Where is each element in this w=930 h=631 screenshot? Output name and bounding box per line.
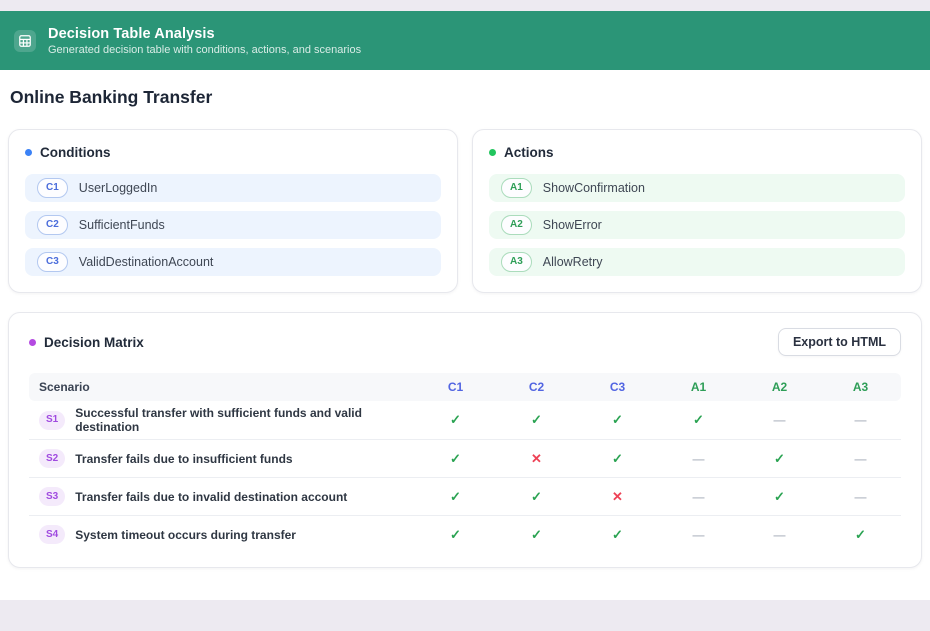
scenario-id-badge: S4 bbox=[39, 525, 65, 544]
action-id-badge: A2 bbox=[501, 215, 532, 235]
matrix-cell: ✓ bbox=[739, 451, 820, 467]
matrix-cell: ✓ bbox=[658, 412, 739, 428]
column-header-a3: A3 bbox=[820, 380, 901, 394]
matrix-cell: ✓ bbox=[577, 451, 658, 467]
scenario-id-badge: S3 bbox=[39, 487, 65, 506]
matrix-cell: ✓ bbox=[415, 412, 496, 428]
app-subtitle: Generated decision table with conditions… bbox=[48, 44, 361, 56]
matrix-cell: ✕ bbox=[496, 451, 577, 467]
action-item: A1 ShowConfirmation bbox=[489, 174, 905, 202]
action-id-badge: A3 bbox=[501, 252, 532, 272]
conditions-title: Conditions bbox=[40, 145, 111, 160]
column-header-c1: C1 bbox=[415, 380, 496, 394]
matrix-cell: — bbox=[820, 413, 901, 427]
condition-label: UserLoggedIn bbox=[79, 181, 158, 195]
actions-title: Actions bbox=[504, 145, 554, 160]
actions-bullet-icon bbox=[489, 149, 496, 156]
conditions-card: Conditions C1 UserLoggedIn C2 Sufficient… bbox=[8, 129, 458, 293]
action-label: ShowError bbox=[543, 218, 602, 232]
action-label: AllowRetry bbox=[543, 255, 603, 269]
condition-item: C2 SufficientFunds bbox=[25, 211, 441, 239]
column-header-a2: A2 bbox=[739, 380, 820, 394]
page-title: Online Banking Transfer bbox=[10, 87, 922, 108]
scenario-label: Transfer fails due to insufficient funds bbox=[75, 452, 292, 466]
table-row: S1 Successful transfer with sufficient f… bbox=[29, 401, 901, 439]
cards-row: Conditions C1 UserLoggedIn C2 Sufficient… bbox=[8, 129, 922, 293]
app-title: Decision Table Analysis bbox=[48, 26, 361, 42]
scenario-label: Successful transfer with sufficient fund… bbox=[75, 406, 415, 434]
export-to-html-button[interactable]: Export to HTML bbox=[778, 328, 901, 356]
action-item: A2 ShowError bbox=[489, 211, 905, 239]
scenario-id-badge: S1 bbox=[39, 411, 65, 430]
decision-matrix-table: Scenario C1 C2 C3 A1 A2 A3 S1 Successful… bbox=[29, 373, 901, 553]
conditions-list: C1 UserLoggedIn C2 SufficientFunds C3 Va… bbox=[25, 174, 441, 276]
condition-item: C1 UserLoggedIn bbox=[25, 174, 441, 202]
action-id-badge: A1 bbox=[501, 178, 532, 198]
table-header-row: Scenario C1 C2 C3 A1 A2 A3 bbox=[29, 373, 901, 401]
matrix-bullet-icon bbox=[29, 339, 36, 346]
content: Online Banking Transfer Conditions C1 Us… bbox=[0, 87, 930, 568]
scenario-label: Transfer fails due to invalid destinatio… bbox=[75, 490, 347, 504]
column-header-a1: A1 bbox=[658, 380, 739, 394]
column-header-c3: C3 bbox=[577, 380, 658, 394]
condition-label: SufficientFunds bbox=[79, 218, 165, 232]
matrix-cell: — bbox=[658, 490, 739, 504]
table-row: S4 System timeout occurs during transfer… bbox=[29, 515, 901, 553]
matrix-cell: — bbox=[739, 528, 820, 542]
matrix-cell: ✕ bbox=[577, 489, 658, 505]
column-header-c2: C2 bbox=[496, 380, 577, 394]
matrix-cell: — bbox=[820, 490, 901, 504]
matrix-cell: ✓ bbox=[739, 489, 820, 505]
matrix-title: Decision Matrix bbox=[44, 335, 144, 350]
matrix-cell: ✓ bbox=[415, 527, 496, 543]
app-header: Decision Table Analysis Generated decisi… bbox=[0, 11, 930, 70]
condition-id-badge: C2 bbox=[37, 215, 68, 235]
table-row: S2 Transfer fails due to insufficient fu… bbox=[29, 439, 901, 477]
matrix-cell: ✓ bbox=[415, 451, 496, 467]
condition-id-badge: C3 bbox=[37, 252, 68, 272]
matrix-cell: ✓ bbox=[577, 412, 658, 428]
scenario-label: System timeout occurs during transfer bbox=[75, 528, 296, 542]
condition-id-badge: C1 bbox=[37, 178, 68, 198]
decision-matrix-card: Decision Matrix Export to HTML Scenario … bbox=[8, 312, 922, 568]
matrix-cell: ✓ bbox=[415, 489, 496, 505]
actions-list: A1 ShowConfirmation A2 ShowError A3 Allo… bbox=[489, 174, 905, 276]
matrix-cell: — bbox=[658, 452, 739, 466]
decision-table-icon bbox=[14, 30, 36, 52]
matrix-cell: — bbox=[820, 452, 901, 466]
condition-label: ValidDestinationAccount bbox=[79, 255, 214, 269]
matrix-cell: — bbox=[658, 528, 739, 542]
condition-item: C3 ValidDestinationAccount bbox=[25, 248, 441, 276]
actions-card: Actions A1 ShowConfirmation A2 ShowError… bbox=[472, 129, 922, 293]
scenario-column-header: Scenario bbox=[29, 380, 415, 394]
matrix-cell: ✓ bbox=[496, 412, 577, 428]
matrix-cell: ✓ bbox=[496, 489, 577, 505]
matrix-cell: — bbox=[739, 413, 820, 427]
page: Decision Table Analysis Generated decisi… bbox=[0, 11, 930, 600]
matrix-cell: ✓ bbox=[577, 527, 658, 543]
matrix-cell: ✓ bbox=[820, 527, 901, 543]
scenario-id-badge: S2 bbox=[39, 449, 65, 468]
action-label: ShowConfirmation bbox=[543, 181, 645, 195]
table-row: S3 Transfer fails due to invalid destina… bbox=[29, 477, 901, 515]
action-item: A3 AllowRetry bbox=[489, 248, 905, 276]
conditions-bullet-icon bbox=[25, 149, 32, 156]
matrix-cell: ✓ bbox=[496, 527, 577, 543]
